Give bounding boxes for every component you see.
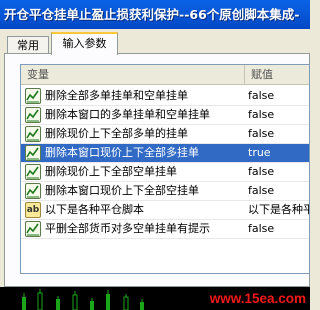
parameter-name: 以下是各种平仓脚本 (45, 203, 144, 216)
parameter-name: 删除本窗口现价上下全部多挂单 (45, 146, 199, 159)
line-chart-icon (25, 145, 41, 161)
grid-header: 变量 赋值 (21, 65, 309, 85)
line-chart-icon (25, 126, 41, 142)
parameter-value[interactable]: false (248, 87, 309, 105)
parameter-name: 删除现价上下全部空单挂单 (45, 165, 177, 178)
parameter-name: 删除全部多单挂单和空单挂单 (45, 89, 188, 102)
column-header-variable[interactable]: 变量 (21, 65, 245, 84)
parameter-value[interactable]: false (248, 182, 309, 200)
column-header-value[interactable]: 赋值 (245, 65, 309, 84)
tab-strip: 常用 输入参数 (0, 29, 310, 55)
table-row[interactable]: 删除本窗口现价上下全部空挂单 false (21, 182, 309, 201)
table-row[interactable]: 删除本窗口的多单挂单和空单挂单 false (21, 106, 309, 125)
window-title: 开仓平仓挂单止盈止损获利保护--66个原创脚本集成- (4, 7, 300, 22)
line-chart-icon (25, 88, 41, 104)
table-row[interactable]: 删除全部多单挂单和空单挂单 false (21, 87, 309, 106)
parameter-value[interactable]: 以下是各种平仓 (248, 201, 309, 219)
line-chart-icon (25, 107, 41, 123)
parameter-name: 删除本窗口的多单挂单和空单挂单 (45, 108, 210, 121)
line-chart-icon (25, 221, 41, 237)
chart-strip: www.15ea.com (0, 287, 310, 310)
tab-panel: 变量 赋值 删除全部多单挂单和空单挂单 false 删除本窗口的多单挂单和空单挂单 f… (4, 53, 310, 287)
table-row[interactable]: 平删全部货币对多空单挂单有提示 false (21, 220, 309, 239)
parameter-value[interactable]: false (248, 106, 309, 124)
tab-input-parameters[interactable]: 输入参数 (51, 32, 118, 55)
table-row[interactable]: ab 以下是各种平仓脚本 以下是各种平仓 (21, 201, 309, 220)
ab-text-icon: ab (25, 202, 41, 218)
parameter-value[interactable]: false (248, 163, 309, 181)
window-title-bar[interactable]: 开仓平仓挂单止盈止损获利保护--66个原创脚本集成- (0, 0, 310, 29)
parameter-value[interactable]: true (248, 144, 309, 162)
parameter-name: 删除本窗口现价上下全部空挂单 (45, 184, 199, 197)
parameter-name: 删除现价上下全部多单的挂单 (45, 127, 188, 140)
line-chart-icon (25, 183, 41, 199)
parameter-value[interactable]: false (248, 125, 309, 143)
site-watermark: www.15ea.com (209, 291, 306, 306)
parameter-name: 平删全部货币对多空单挂单有提示 (45, 222, 210, 235)
parameter-grid: 变量 赋值 删除全部多单挂单和空单挂单 false 删除本窗口的多单挂单和空单挂单 f… (20, 64, 310, 274)
table-row[interactable]: 删除本窗口现价上下全部多挂单 true (21, 144, 309, 163)
table-row[interactable]: 删除现价上下全部空单挂单 false (21, 163, 309, 182)
line-chart-icon (25, 164, 41, 180)
grid-rows: 删除全部多单挂单和空单挂单 false 删除本窗口的多单挂单和空单挂单 false 删除… (21, 87, 309, 239)
parameter-value[interactable]: false (248, 220, 309, 238)
table-row[interactable]: 删除现价上下全部多单的挂单 false (21, 125, 309, 144)
tab-common[interactable]: 常用 (7, 36, 49, 54)
